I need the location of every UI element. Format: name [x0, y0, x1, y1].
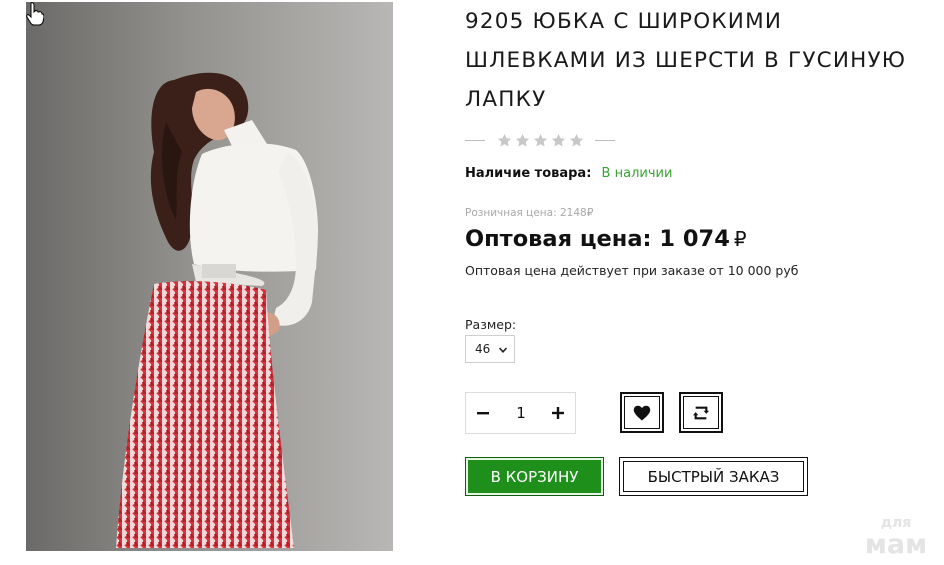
retail-price: Розничная цена: 2148₽: [465, 207, 594, 219]
site-logo-watermark: для мам: [865, 515, 927, 556]
star-icon[interactable]: [569, 133, 584, 148]
currency-sign: ₽: [733, 227, 747, 251]
plus-icon: [552, 407, 564, 419]
quantity-stepper: 1: [465, 392, 576, 434]
product-title: 9205 ЮБКА С ШИРОКИМИ ШЛЕВКАМИ ИЗ ШЕРСТИ …: [465, 9, 907, 112]
availability-label: Наличие товара:: [465, 166, 592, 181]
rating-dash-right: [595, 139, 615, 141]
star-icon[interactable]: [515, 133, 530, 148]
watermark-line2: мам: [865, 529, 927, 556]
size-selected-value: 46: [475, 342, 491, 356]
product-photo-illustration: [26, 2, 393, 551]
compare-button[interactable]: [679, 392, 723, 433]
rating-dash-left: [465, 139, 485, 141]
quantity-input[interactable]: 1: [501, 393, 541, 433]
minus-icon: [477, 412, 489, 415]
rating: [465, 131, 615, 149]
compare-arrows-icon: [693, 406, 709, 419]
add-to-cart-button[interactable]: В КОРЗИНУ: [465, 457, 604, 496]
quantity-increase-button[interactable]: [543, 393, 573, 433]
rating-stars[interactable]: [497, 133, 584, 148]
wholesale-note: Оптовая цена действует при заказе от 10 …: [465, 263, 799, 278]
star-icon[interactable]: [551, 133, 566, 148]
availability-status: В наличии: [601, 166, 673, 181]
quick-order-button[interactable]: БЫСТРЫЙ ЗАКАЗ: [619, 457, 808, 496]
star-icon[interactable]: [497, 133, 512, 148]
hand-cursor-icon: [26, 2, 44, 26]
star-icon[interactable]: [533, 133, 548, 148]
size-label: Размер:: [465, 317, 517, 332]
availability: Наличие товара: В наличии: [465, 166, 672, 181]
chevron-down-icon: [498, 347, 508, 353]
heart-icon: [633, 405, 651, 420]
wishlist-button[interactable]: [620, 392, 664, 433]
product-image[interactable]: [26, 2, 393, 551]
size-select[interactable]: 46: [465, 335, 515, 363]
quantity-decrease-button[interactable]: [468, 393, 498, 433]
wholesale-price-amount: 1 074: [659, 226, 730, 252]
wholesale-price: Оптовая цена: 1 074 ₽: [465, 226, 747, 252]
wholesale-price-label: Оптовая цена:: [465, 226, 652, 252]
